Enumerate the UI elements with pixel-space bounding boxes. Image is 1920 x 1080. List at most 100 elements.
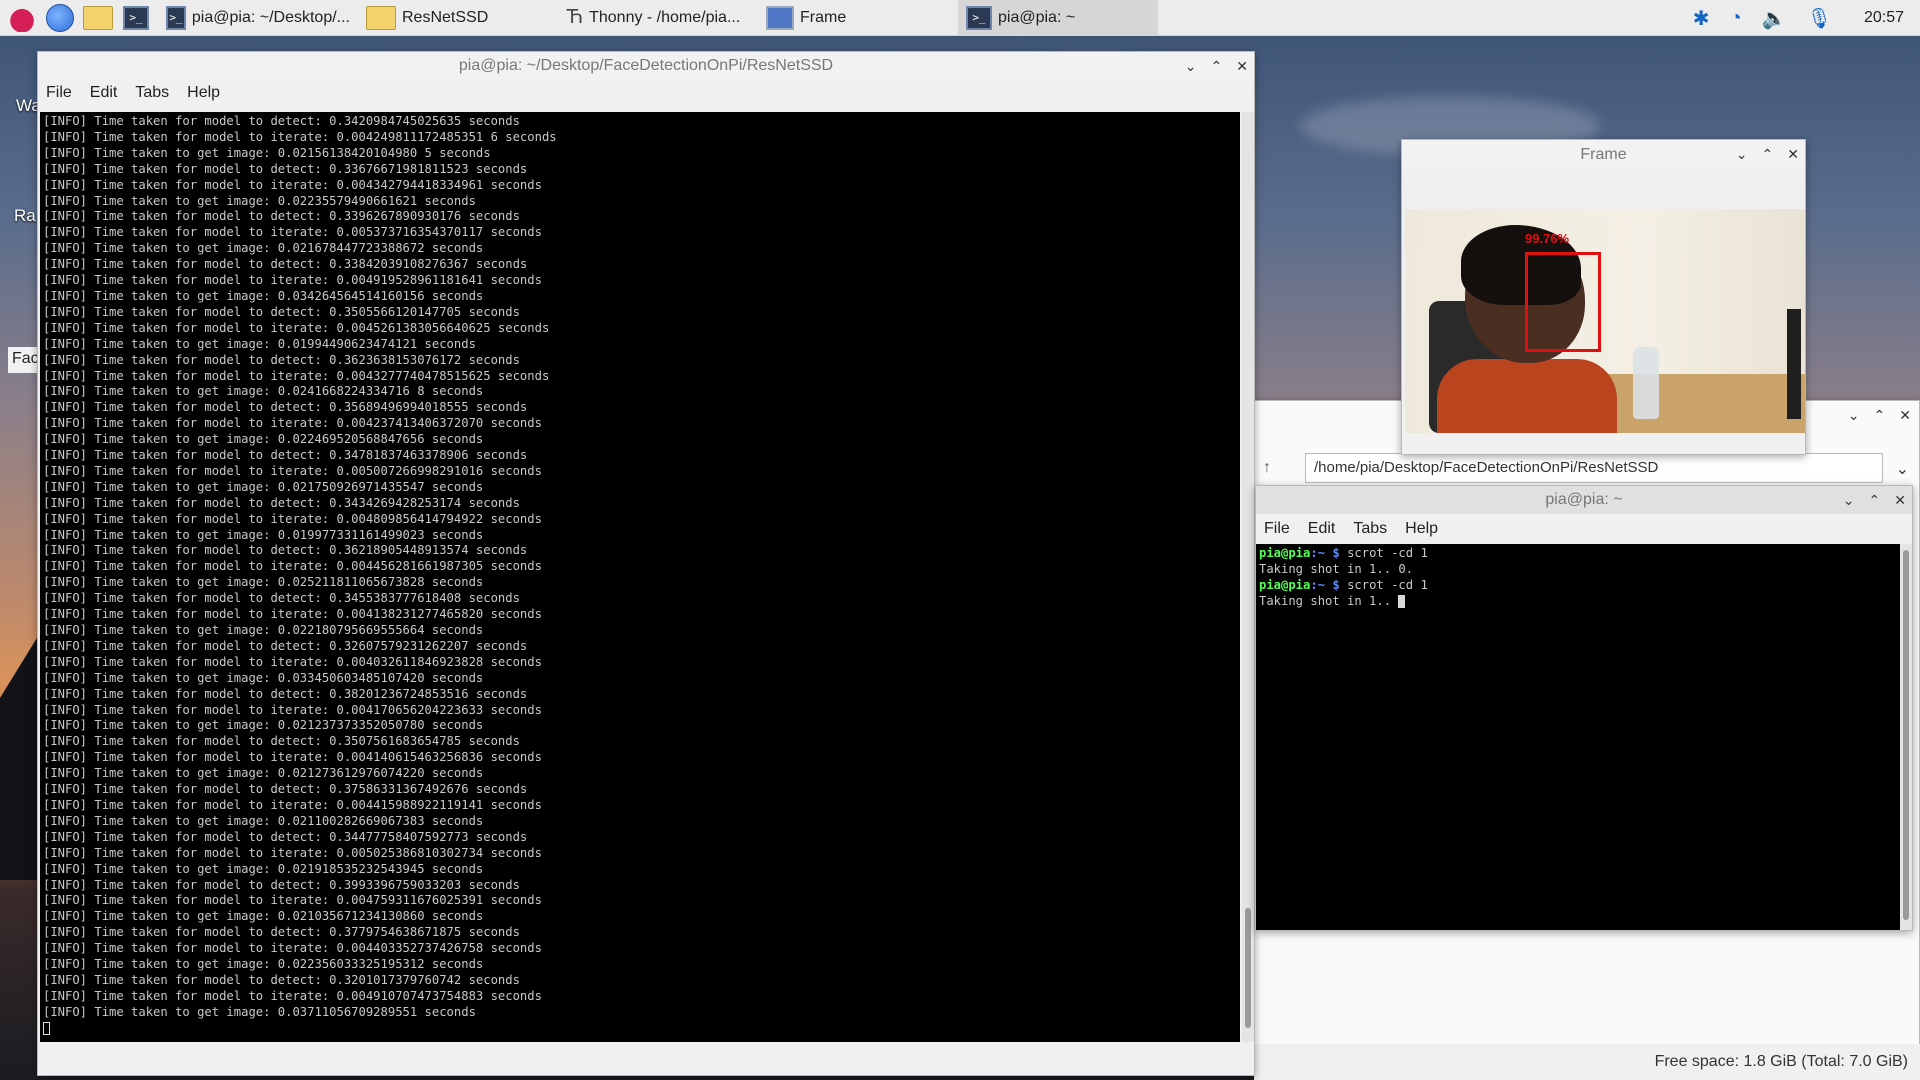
terminal-line: [INFO] Time taken to get image: 0.021035…	[43, 909, 484, 924]
terminal-line: [INFO] Time taken for model to detect: 0…	[43, 877, 520, 892]
terminal-cursor	[1398, 594, 1406, 608]
desktop-icon-label-2[interactable]: Ra	[14, 206, 36, 226]
folder-icon	[83, 5, 113, 30]
path-dropdown-icon[interactable]: ⌄	[1896, 459, 1909, 479]
task-thonny[interactable]: Ћ Thonny - /home/pia...	[558, 0, 758, 36]
menu-help[interactable]: Help	[1405, 520, 1438, 538]
maximize-icon[interactable]: ⌃	[1762, 146, 1774, 163]
task-label: pia@pia: ~	[998, 8, 1076, 26]
task-frame[interactable]: Frame	[758, 0, 958, 36]
volume-icon[interactable]: 🔈	[1762, 6, 1787, 31]
bluetooth-icon[interactable]: ✱	[1693, 6, 1710, 31]
terminal-line: [INFO] Time taken for model to detect: 0…	[43, 114, 520, 128]
window-title: pia@pia: ~	[1545, 491, 1623, 508]
terminal-line: [INFO] Time taken to get image: 0.021918…	[43, 861, 484, 876]
face-detection-box	[1525, 252, 1601, 352]
scrollbar-thumb[interactable]	[1245, 908, 1251, 1028]
menu-file[interactable]: File	[46, 84, 72, 102]
terminal-line: [INFO] Time taken for model to iterate: …	[43, 225, 542, 240]
terminal-line: [INFO] Time taken for model to detect: 0…	[43, 638, 528, 653]
menu-tabs[interactable]: Tabs	[135, 84, 169, 102]
terminal-line: [INFO] Time taken to get image: 0.022180…	[43, 623, 484, 637]
terminal-line: [INFO] Time taken to get image: 0.021100…	[43, 813, 484, 828]
close-icon[interactable]: ✕	[1236, 58, 1248, 75]
menu-file[interactable]: File	[1264, 520, 1290, 538]
scrollbar-thumb[interactable]	[1903, 550, 1909, 920]
task-resnetssd-folder[interactable]: ResNetSSD	[358, 0, 558, 36]
window-controls: ⌄ ⌃ ✕	[1736, 140, 1799, 168]
terminal-line: [INFO] Time taken for model to detect: 0…	[43, 352, 520, 367]
window-controls: ⌄ ⌃ ✕	[1843, 486, 1906, 514]
minimize-icon[interactable]: ⌄	[1848, 407, 1860, 424]
terminal-line: [INFO] Time taken for model to detect: 0…	[43, 161, 528, 176]
task-label: ResNetSSD	[402, 8, 489, 26]
file-manager-statusbar: Free space: 1.8 GiB (Total: 7.0 GiB)	[1254, 1044, 1920, 1080]
camera-frame: 99.76%	[1405, 209, 1805, 433]
terminal-line: [INFO] Time taken to get image: 0.019944…	[43, 336, 476, 351]
terminal-line: pia@pia:~ $ scrot -cd 1	[1259, 546, 1897, 562]
folder-icon	[366, 5, 396, 30]
terminal-line: [INFO] Time taken to get image: 0.021678…	[43, 241, 484, 256]
terminal-launcher[interactable]: >_	[120, 2, 152, 34]
menubar: File Edit Tabs Help	[1256, 514, 1912, 544]
file-manager-launcher[interactable]	[82, 2, 114, 34]
microphone-icon[interactable]: 🎙	[1807, 6, 1832, 31]
terminal-line: [INFO] Time taken for model to detect: 0…	[43, 686, 528, 701]
raspberry-menu-button[interactable]	[6, 2, 38, 34]
terminal-line: [INFO] Time taken for model to iterate: …	[43, 129, 557, 144]
up-arrow-icon[interactable]: ↑	[1263, 459, 1283, 477]
terminal-scrollbar[interactable]	[1900, 544, 1912, 930]
terminal-line: [INFO] Time taken for model to detect: 0…	[43, 782, 528, 797]
window-titlebar[interactable]: pia@pia: ~/Desktop/FaceDetectionOnPi/Res…	[38, 52, 1254, 80]
terminal-scrollbar[interactable]	[1242, 112, 1254, 1042]
menu-tabs[interactable]: Tabs	[1353, 520, 1387, 538]
maximize-icon[interactable]: ⌃	[1211, 58, 1223, 75]
window-titlebar[interactable]: Frame ⌄ ⌃ ✕	[1402, 140, 1805, 170]
task-terminal-resnetssd[interactable]: >_ pia@pia: ~/Desktop/...	[158, 0, 358, 36]
window-controls: ⌄ ⌃ ✕	[1185, 52, 1248, 80]
terminal-cursor	[43, 1021, 1237, 1037]
terminal-line: [INFO] Time taken to get image: 0.037110…	[43, 1004, 476, 1019]
terminal-line: [INFO] Time taken for model to detect: 0…	[43, 304, 520, 319]
wifi-icon[interactable]: ◔	[1730, 7, 1742, 30]
task-terminal-home[interactable]: >_ pia@pia: ~	[958, 0, 1158, 36]
terminal-line: Taking shot in 1..	[1259, 594, 1897, 610]
water-bottle	[1633, 347, 1659, 419]
minimize-icon[interactable]: ⌄	[1185, 58, 1197, 75]
terminal-output[interactable]: pia@pia:~ $ scrot -cd 1 Taking shot in 1.…	[1256, 544, 1900, 930]
line-text: Taking shot in 1..	[1259, 593, 1399, 608]
terminal-line: [INFO] Time taken for model to detect: 0…	[43, 209, 520, 224]
clock[interactable]: 20:57	[1864, 9, 1904, 27]
minimize-icon[interactable]: ⌄	[1843, 492, 1855, 509]
prompt-path: :~ $	[1310, 577, 1340, 592]
terminal-line: [INFO] Time taken to get image: 0.034264…	[43, 288, 484, 303]
terminal-line: [INFO] Time taken for model to iterate: …	[43, 845, 542, 860]
browser-launcher[interactable]	[44, 2, 76, 34]
thonny-icon: Ћ	[566, 6, 584, 28]
terminal-line: [INFO] Time taken for model to detect: 0…	[43, 925, 520, 940]
menu-edit[interactable]: Edit	[1308, 520, 1336, 538]
path-field[interactable]: /home/pia/Desktop/FaceDetectionOnPi/ResN…	[1305, 453, 1883, 483]
terminal-line: [INFO] Time taken for model to detect: 0…	[43, 829, 528, 844]
terminal-icon: >_	[166, 5, 186, 30]
frame-window: Frame ⌄ ⌃ ✕ 99.76%	[1401, 139, 1806, 455]
minimize-icon[interactable]: ⌄	[1736, 146, 1748, 163]
terminal-line: [INFO] Time taken for model to iterate: …	[43, 463, 542, 478]
close-icon[interactable]: ✕	[1787, 146, 1799, 163]
terminal-line: [INFO] Time taken for model to iterate: …	[43, 273, 542, 288]
maximize-icon[interactable]: ⌃	[1874, 407, 1886, 424]
terminal-line: [INFO] Time taken for model to iterate: …	[43, 941, 542, 956]
terminal-output[interactable]: [INFO] Time taken for model to detect: 0…	[40, 112, 1240, 1042]
menu-help[interactable]: Help	[187, 84, 220, 102]
line-text: Taking shot in 1.. 0.	[1259, 561, 1414, 576]
close-icon[interactable]: ✕	[1899, 407, 1911, 424]
terminal-line: [INFO] Time taken to get image: 0.022469…	[43, 432, 484, 447]
menu-edit[interactable]: Edit	[90, 84, 118, 102]
face-confidence-label: 99.76%	[1525, 231, 1570, 246]
close-icon[interactable]: ✕	[1894, 492, 1906, 509]
maximize-icon[interactable]: ⌃	[1869, 492, 1881, 509]
terminal-line: [INFO] Time taken for model to iterate: …	[43, 368, 550, 383]
terminal-line: [INFO] Time taken for model to iterate: …	[43, 607, 542, 622]
task-label: Frame	[800, 8, 847, 26]
window-titlebar[interactable]: pia@pia: ~ ⌄ ⌃ ✕	[1256, 486, 1912, 514]
